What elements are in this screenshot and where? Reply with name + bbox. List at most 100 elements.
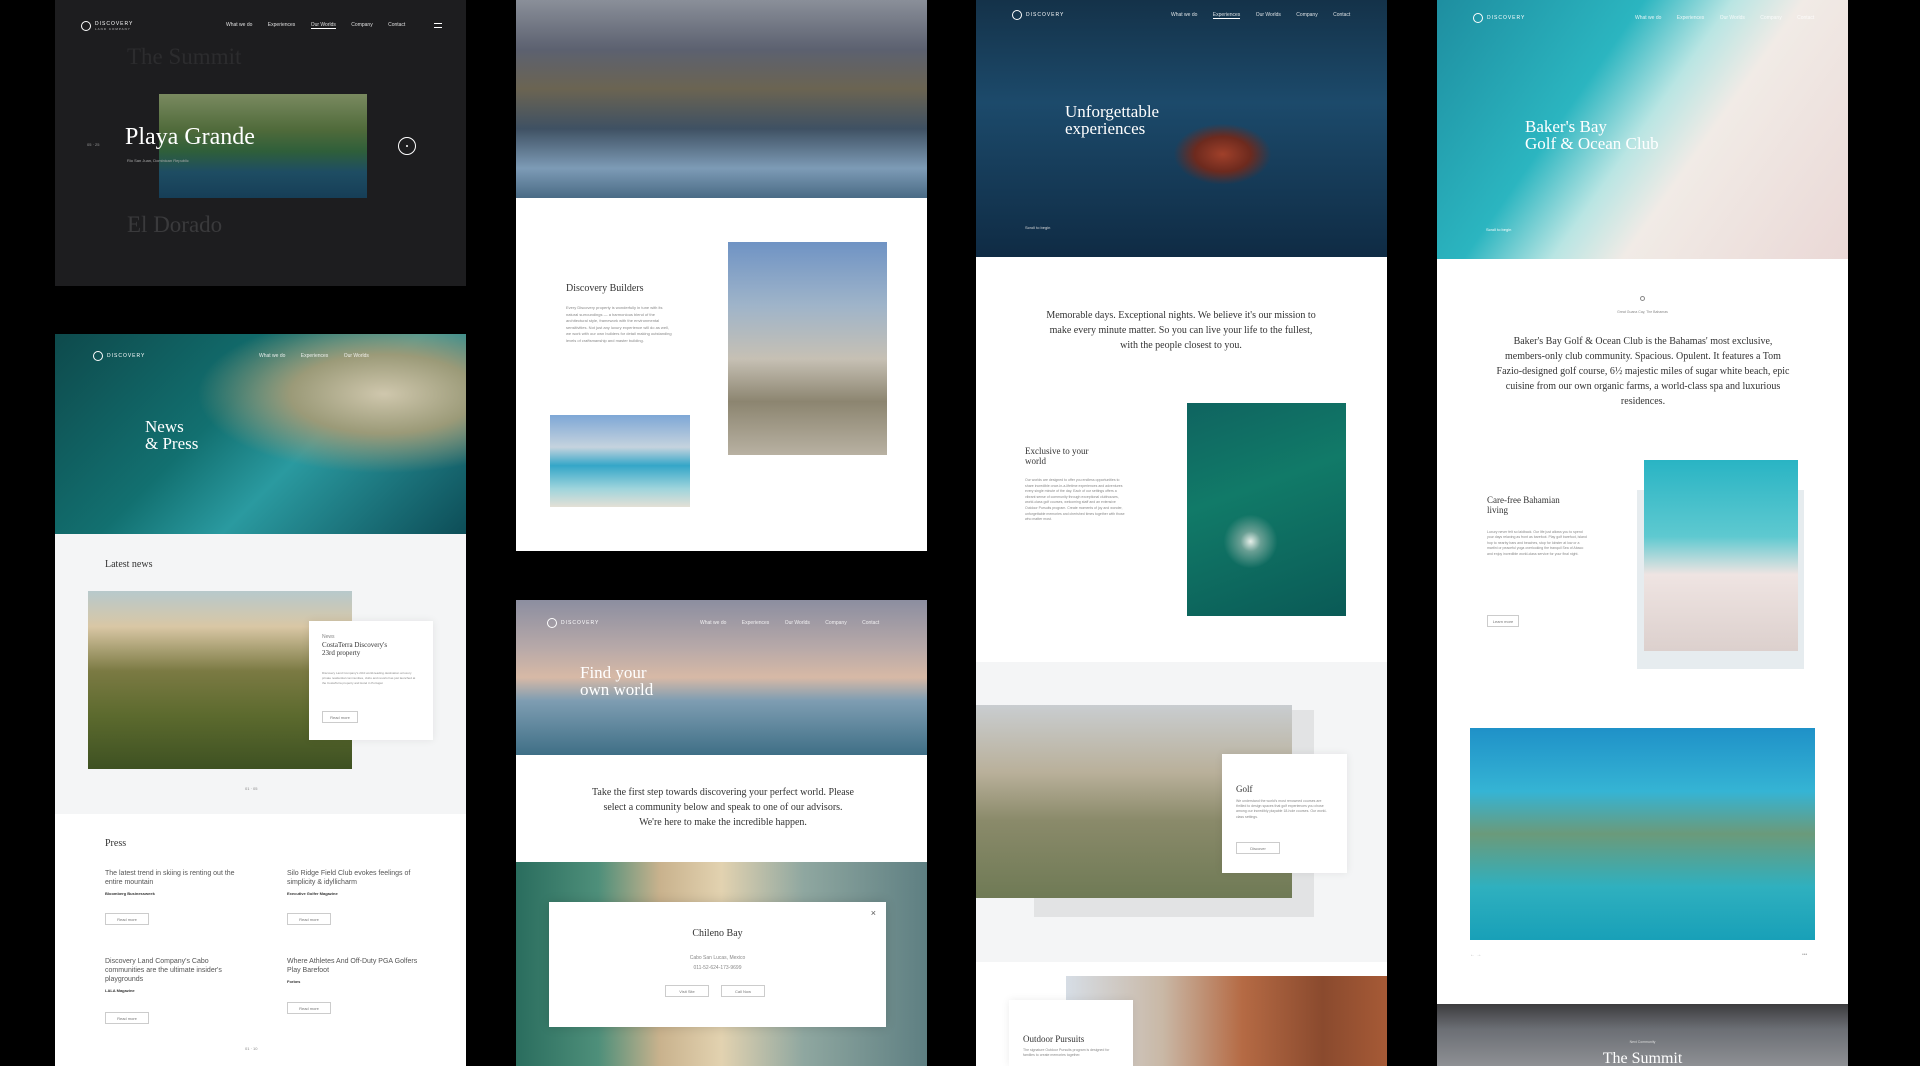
intro-text: Baker's Bay Golf & Ocean Club is the Bah…: [1496, 336, 1790, 407]
panel-news-press: DISCOVERY What we do Experiences Our Wor…: [55, 334, 466, 1066]
press-pager[interactable]: 01 · 10: [245, 1046, 257, 1051]
nav-what-we-do[interactable]: What we do: [700, 620, 726, 626]
nav-our-worlds[interactable]: Our Worlds: [1256, 12, 1281, 18]
main-nav: What we do Experiences Our Worlds Compan…: [212, 22, 405, 29]
hero-image: [55, 334, 466, 534]
press-item[interactable]: The latest trend in skiing is renting ou…: [105, 869, 245, 896]
call-now-button[interactable]: Call Now: [721, 985, 765, 997]
visit-site-button[interactable]: Visit Site: [665, 985, 709, 997]
nav-experiences[interactable]: Experiences: [1677, 15, 1705, 21]
nav-what-we-do[interactable]: What we do: [1171, 12, 1197, 18]
nav-our-worlds[interactable]: Our Worlds: [1720, 15, 1745, 21]
panel-builders: Discovery Builders Every Discovery prope…: [516, 0, 927, 551]
section-body: Every Discovery property is wonderfully …: [566, 305, 672, 343]
read-more-button[interactable]: Read more: [105, 913, 149, 925]
section-title: Discovery Builders: [566, 283, 644, 294]
nav-what-we-do[interactable]: What we do: [226, 22, 252, 28]
compass-icon: [93, 351, 103, 361]
outdoor-card[interactable]: Outdoor Pursuits The signature Outdoor P…: [1009, 1000, 1133, 1066]
exclusive-body: Our worlds are designed to offer you end…: [1025, 478, 1125, 522]
map-pin-icon: [1640, 296, 1645, 301]
nav-experiences[interactable]: Experiences: [742, 620, 770, 626]
carefree-title: Care-free Bahamian living: [1487, 495, 1560, 515]
read-more-button[interactable]: Read more: [287, 913, 331, 925]
scroll-hint[interactable]: Scroll to begin: [1486, 227, 1511, 232]
page-title: Unforgettable experiences: [1065, 102, 1160, 138]
news-card[interactable]: News CostaTerra Discovery's 23rd propert…: [309, 621, 433, 740]
panel-find-world: DISCOVERY What we do Experiences Our Wor…: [516, 600, 927, 1066]
nav-contact[interactable]: Contact: [388, 22, 405, 28]
page-title: Playa Grande: [125, 124, 255, 150]
pool-image: [550, 415, 690, 507]
golf-title: Golf: [1236, 784, 1253, 794]
next-community-title[interactable]: The Summit: [1437, 1050, 1848, 1066]
brand-logo[interactable]: DISCOVERY: [93, 351, 145, 361]
page-title: News & Press: [145, 417, 199, 453]
close-icon[interactable]: ×: [871, 908, 876, 918]
nav-company[interactable]: Company: [825, 620, 846, 626]
nav-company[interactable]: Company: [351, 22, 372, 28]
carousel-dots[interactable]: •••: [1802, 952, 1807, 958]
intro-text: Take the first step towards discovering …: [592, 787, 854, 828]
compass-icon: [81, 21, 91, 31]
press-item[interactable]: Where Athletes And Off-Duty PGA Golfers …: [287, 957, 432, 984]
location-text: Great Guana Cay, The Bahamas: [1617, 310, 1668, 314]
nav-contact[interactable]: Contact: [862, 620, 879, 626]
nav-experiences[interactable]: Experiences: [268, 22, 296, 28]
modal-location: Cabo San Lucas, Mexico: [689, 955, 746, 961]
marina-image: [1470, 728, 1815, 940]
press-heading: Press: [105, 838, 127, 849]
nav-what-we-do[interactable]: What we do: [1635, 15, 1661, 21]
nav-contact[interactable]: Contact: [1797, 15, 1814, 21]
golf-card[interactable]: Golf We understand the world's most reno…: [1222, 754, 1347, 873]
press-item[interactable]: Silo Ridge Field Club evokes feelings of…: [287, 869, 432, 896]
brand-logo[interactable]: DISCOVERY: [1012, 10, 1064, 20]
nav-our-worlds[interactable]: Our Worlds: [310, 22, 336, 29]
faded-prev-title[interactable]: The Summit: [127, 44, 241, 70]
menu-icon[interactable]: [434, 23, 442, 28]
read-more-button[interactable]: Read more: [105, 1012, 149, 1024]
nav-our-worlds[interactable]: Our Worlds: [344, 353, 369, 359]
pager: 05 · 25: [87, 142, 100, 147]
hammock-image: [1644, 460, 1798, 651]
main-nav: What we do Experiences Our Worlds Compan…: [1157, 12, 1350, 19]
nav-our-worlds[interactable]: Our Worlds: [785, 620, 810, 626]
compass-icon: [1473, 13, 1483, 23]
panel-experiences: DISCOVERY What we do Experiences Our Wor…: [976, 0, 1387, 1066]
modal-phone: 011-52-624-173-9699: [693, 965, 742, 971]
main-nav: What we do Experiences Our Worlds Compan…: [686, 620, 879, 626]
news-pager[interactable]: 01 · 05: [245, 786, 257, 791]
hero-image: [976, 0, 1387, 257]
read-more-button[interactable]: Read more: [287, 1002, 331, 1014]
read-more-button[interactable]: Read more: [322, 711, 358, 723]
brand-logo[interactable]: DISCOVERY: [547, 618, 599, 628]
learn-more-button[interactable]: Learn more: [1487, 615, 1519, 627]
swimmer-image: [1187, 403, 1346, 616]
brand-logo[interactable]: DISCOVERY: [1473, 13, 1525, 23]
scroll-hint[interactable]: Scroll to begin: [1025, 225, 1050, 230]
nav-experiences[interactable]: Experiences: [1212, 12, 1241, 19]
nav-company[interactable]: Company: [1760, 15, 1781, 21]
compass-icon: [547, 618, 557, 628]
carefree-body: Luxury never felt so laidback. Our life …: [1487, 530, 1587, 556]
modal-title: Chileno Bay: [692, 928, 743, 939]
panel-bakers-bay: DISCOVERY What we do Experiences Our Wor…: [1437, 0, 1848, 1066]
compass-icon: [1012, 10, 1022, 20]
brand-logo[interactable]: DISCOVERY LAND COMPANY: [81, 21, 133, 31]
nav-what-we-do[interactable]: What we do: [259, 353, 285, 359]
discover-button[interactable]: Discover: [1236, 842, 1280, 854]
faded-next-title[interactable]: El Dorado: [127, 212, 222, 238]
nav-contact[interactable]: Contact: [1333, 12, 1350, 18]
community-modal[interactable]: × Chileno Bay Cabo San Lucas, Mexico 011…: [549, 902, 886, 1027]
page-title: Baker's Bay Golf & Ocean Club: [1525, 117, 1659, 153]
carousel-prev-icon[interactable]: ← →: [1470, 952, 1481, 958]
latest-heading: Latest news: [105, 559, 153, 570]
press-item[interactable]: Discovery Land Company's Cabo communitie…: [105, 957, 245, 993]
explore-button[interactable]: [398, 137, 416, 155]
page-title: Find your own world: [580, 663, 654, 699]
nav-company[interactable]: Company: [1296, 12, 1317, 18]
outdoor-title: Outdoor Pursuits: [1023, 1034, 1085, 1044]
panel-playa-grande: DISCOVERY LAND COMPANY What we do Experi…: [55, 0, 466, 286]
house-image: [728, 242, 887, 455]
nav-experiences[interactable]: Experiences: [301, 353, 329, 359]
